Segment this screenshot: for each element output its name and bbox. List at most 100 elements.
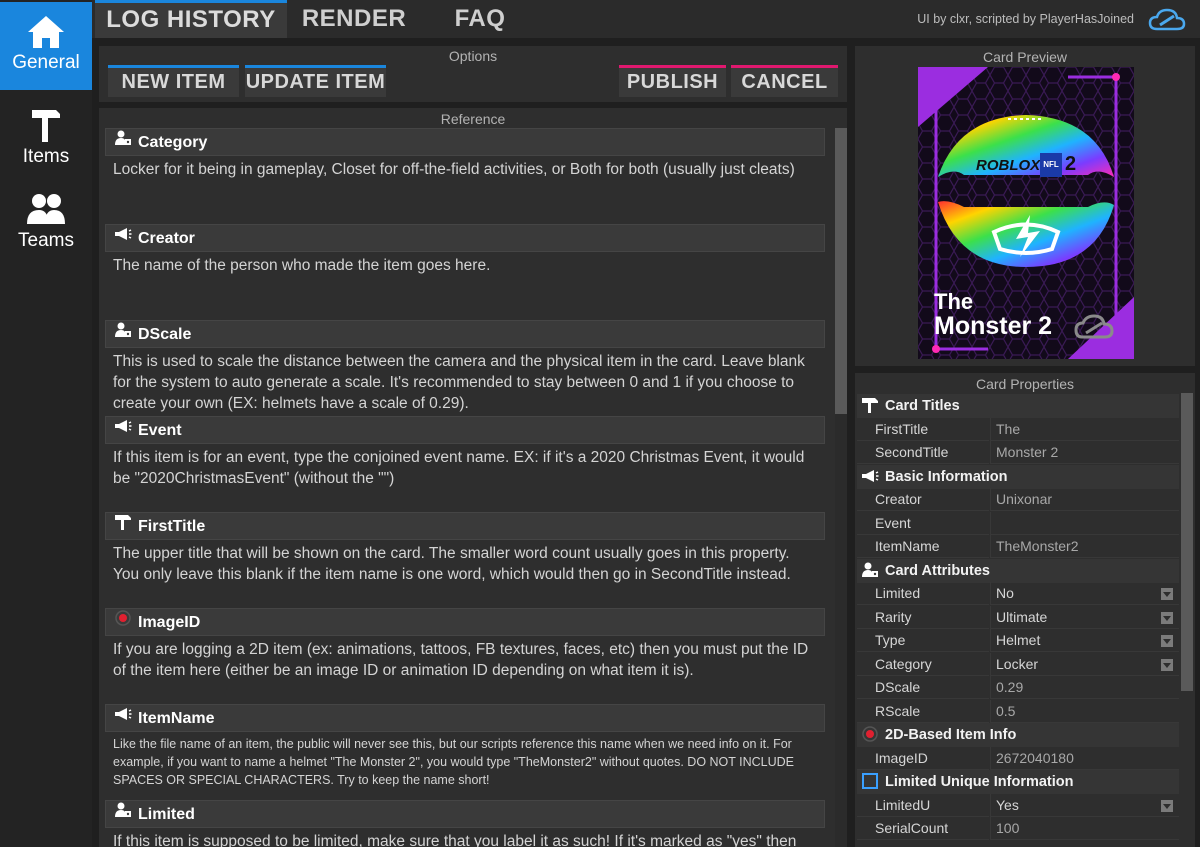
property-key: Creator [857, 488, 989, 511]
property-section-header[interactable]: Basic Information [857, 464, 1179, 489]
new-item-button[interactable]: NEW ITEM [108, 65, 239, 97]
card-logo-text: ROBLOX [976, 157, 1041, 174]
hammer-icon [32, 110, 60, 142]
property-key: Event [857, 512, 989, 535]
property-value-input[interactable]: 2672040180 [990, 746, 1179, 770]
sidebar-item-label: Teams [18, 230, 74, 251]
property-value-input[interactable]: 0.29 [990, 676, 1179, 699]
reference-item-title: ItemName [138, 710, 215, 727]
property-row: Limited No [857, 582, 1179, 605]
reference-item-title: FirstTitle [138, 518, 206, 535]
tab-log-history[interactable]: LOG HISTORY [95, 0, 287, 38]
property-section-header[interactable]: 2D-Based Item Info [857, 723, 1179, 747]
property-row: DScale 0.29 [857, 676, 1179, 699]
property-section-title: Basic Information [885, 468, 1008, 485]
reference-item-header: ImageID [105, 608, 825, 636]
chevron-down-icon[interactable] [1161, 635, 1173, 647]
property-section-header[interactable]: Card Titles [857, 394, 1179, 418]
tab-render[interactable]: RENDER [292, 0, 416, 38]
users-icon [27, 194, 65, 224]
property-value-input[interactable]: Monster 2 [990, 441, 1179, 464]
reference-item: Creator The name of the person who made t… [105, 224, 825, 276]
property-value: 0.5 [996, 702, 1016, 719]
reference-scrollbar-thumb[interactable] [835, 128, 847, 414]
sidebar-item-teams[interactable]: Teams [0, 180, 92, 268]
reference-item-header: FirstTitle [105, 512, 825, 540]
megaphone-icon [115, 708, 132, 721]
record-icon [115, 610, 131, 627]
chevron-down-icon[interactable] [1161, 611, 1173, 624]
reference-item-icon [114, 225, 134, 252]
property-value: Yes [996, 796, 1019, 813]
reference-item: Event If this item is for an event, type … [105, 416, 825, 489]
update-item-button[interactable]: UPDATE ITEM [245, 65, 386, 97]
reference-item-title: Creator [138, 230, 195, 247]
reference-item-title: Category [138, 134, 208, 151]
options-title: Options [448, 48, 498, 64]
top-tab-bar: LOG HISTORY RENDER FAQ UI by clxr, scrip… [92, 0, 1200, 38]
reference-item: FirstTitle The upper title that will be s… [105, 512, 825, 585]
property-row: FirstTitle The [857, 417, 1179, 441]
property-value-input[interactable]: TheMonster2 [990, 535, 1179, 558]
property-key: ImageID [857, 747, 989, 770]
property-section-header[interactable]: Limited Unique Information [857, 770, 1179, 794]
reference-item-description: This is used to scale the distance betwe… [113, 353, 805, 412]
record-icon [862, 726, 878, 742]
sidebar-item-items[interactable]: Items [0, 92, 92, 180]
reference-item-description: The upper title that will be shown on th… [113, 545, 791, 583]
properties-scrollbar-thumb[interactable] [1181, 393, 1193, 691]
reference-item-icon [114, 801, 134, 828]
reference-item-header: Creator [105, 224, 825, 252]
property-value-input[interactable]: Unixonar [990, 488, 1179, 511]
reference-item-header: ItemName [105, 704, 825, 732]
property-row: Event [857, 511, 1179, 535]
reference-panel: Reference Category Locker for it being in… [99, 108, 847, 847]
chevron-down-icon[interactable] [1161, 588, 1173, 600]
card-preview-panel: Card Preview ROBLOX NFL 2 The Monster 2 [855, 46, 1195, 366]
reference-item-header: Event [105, 416, 825, 444]
tab-faq[interactable]: FAQ [430, 0, 530, 38]
reference-item: Limited If this item is supposed to be li… [105, 800, 825, 847]
property-dropdown[interactable]: Locker [990, 652, 1179, 676]
property-row: ItemName TheMonster2 [857, 535, 1179, 558]
property-dropdown[interactable]: No [990, 582, 1179, 605]
property-section-title: Card Attributes [885, 562, 990, 579]
property-value-input[interactable]: 0.5 [990, 699, 1179, 723]
chevron-down-icon[interactable] [1161, 799, 1173, 812]
sidebar: General Items Teams [0, 0, 92, 847]
property-section-header[interactable]: Card Attributes [857, 558, 1179, 583]
sidebar-item-general[interactable]: General [0, 2, 92, 90]
card-properties-panel: Card Properties Card Titles FirstTitle The… [855, 373, 1195, 847]
property-key: SecondTitle [857, 441, 989, 464]
home-icon [28, 16, 64, 48]
property-row: ImageID 2672040180 [857, 746, 1179, 770]
sidebar-item-label: Items [22, 146, 70, 167]
property-dropdown[interactable]: Helmet [990, 629, 1179, 652]
reference-item-description: If this item is supposed to be limited, … [113, 833, 797, 847]
property-dropdown[interactable]: Ultimate [990, 605, 1179, 629]
property-key: Type [857, 629, 989, 652]
reference-item-title: ImageID [138, 614, 201, 631]
property-value: Ultimate [996, 608, 1048, 625]
reference-item-description: If this item is for an event, type the c… [113, 449, 805, 487]
reference-item-header: Limited [105, 800, 825, 828]
property-value-input[interactable] [990, 511, 1179, 535]
reference-item-icon [114, 321, 134, 348]
property-value-input[interactable]: 100 [990, 817, 1179, 840]
property-key: SerialCount [857, 817, 989, 840]
card-logo-badge: NFL [1040, 153, 1062, 177]
property-row: Rarity Ultimate [857, 605, 1179, 629]
card-logo-number: 2 [1065, 153, 1077, 175]
property-key: LimitedU [857, 794, 989, 817]
property-dropdown[interactable]: Yes [990, 793, 1179, 817]
cancel-button[interactable]: CANCEL [731, 65, 838, 97]
property-key: RScale [857, 700, 989, 723]
property-value: Monster 2 [996, 444, 1059, 460]
property-value-input[interactable]: The [990, 417, 1179, 441]
property-section-title: Limited Unique Information [885, 774, 1074, 790]
publish-button[interactable]: PUBLISH [619, 65, 726, 97]
reference-item-description: Like the file name of an item, the publi… [113, 737, 795, 787]
property-row: SecondTitle Monster 2 [857, 441, 1179, 464]
reference-item-icon [114, 129, 134, 156]
chevron-down-icon[interactable] [1161, 658, 1173, 671]
